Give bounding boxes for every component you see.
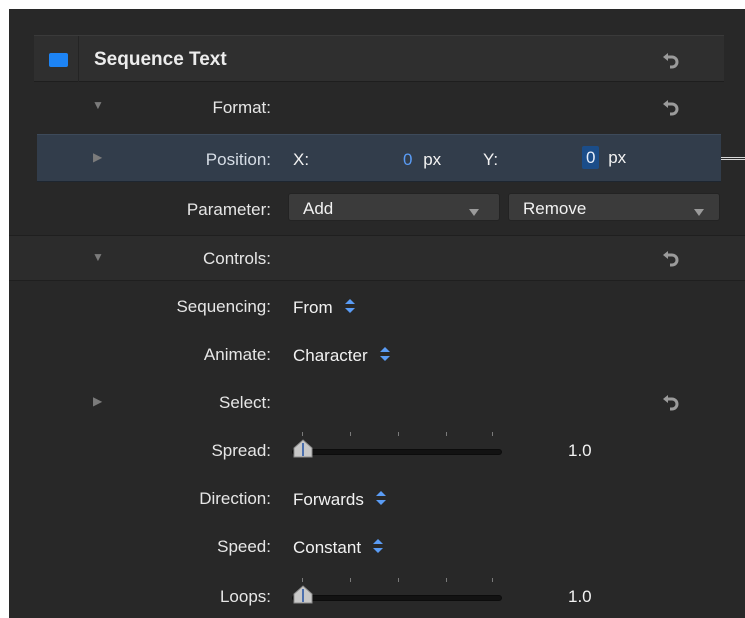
spread-slider-track — [292, 449, 502, 455]
format-disclosure-triangle-icon[interactable]: ▼ — [92, 99, 104, 111]
position-x-field[interactable]: 0 px — [403, 151, 441, 168]
direction-popup[interactable]: Forwards — [293, 490, 386, 508]
select-disclosure-triangle-icon[interactable]: ▶ — [93, 395, 102, 407]
inspector-panel: Sequence Text ▼ Format: ▶ Position: X: 0… — [9, 9, 745, 618]
direction-label: Direction: — [199, 489, 271, 508]
sequencing-label: Sequencing: — [176, 297, 271, 316]
spread-tick — [350, 432, 351, 436]
loops-tick — [302, 578, 303, 582]
header-divider — [78, 36, 79, 82]
spread-tick — [302, 432, 303, 436]
speed-label: Speed: — [217, 537, 271, 556]
direction-value: Forwards — [293, 490, 364, 510]
controls-label: Controls: — [202, 249, 271, 268]
format-label: Format: — [212, 98, 271, 117]
controls-section-header — [9, 235, 745, 281]
loops-tick — [446, 578, 447, 582]
position-y-value: 0 — [582, 146, 600, 169]
speed-up-down-stepper-icon — [373, 538, 384, 554]
spread-slider-knob-icon[interactable] — [292, 439, 314, 459]
position-y-field[interactable]: 0 px — [582, 146, 627, 169]
spread-tick — [492, 432, 493, 436]
spread-value[interactable]: 1.0 — [568, 442, 592, 459]
direction-up-down-stepper-icon — [375, 490, 386, 506]
controls-revert-arrow-icon[interactable] — [661, 249, 683, 269]
loops-slider[interactable] — [292, 572, 502, 606]
position-x-unit: px — [423, 150, 442, 169]
controls-disclosure-triangle-icon[interactable]: ▼ — [92, 251, 104, 263]
enable-checkbox-icon[interactable] — [49, 53, 68, 67]
parameter-label: Parameter: — [186, 200, 271, 219]
remove-dropdown-arrow-icon — [694, 204, 704, 216]
parameter-remove-label: Remove — [523, 199, 587, 218]
parameter-add-popup[interactable]: Add — [288, 193, 500, 221]
animate-up-down-stepper-icon — [379, 346, 390, 362]
select-label: Select: — [219, 393, 271, 412]
loops-slider-knob-icon[interactable] — [292, 585, 314, 605]
position-y-unit: px — [608, 148, 627, 167]
format-revert-arrow-icon[interactable] — [661, 98, 683, 118]
parameter-add-label: Add — [303, 199, 334, 218]
connector-line — [721, 157, 745, 160]
loops-label: Loops: — [219, 587, 271, 606]
loops-tick — [492, 578, 493, 582]
spread-tick — [446, 432, 447, 436]
animate-popup[interactable]: Character — [293, 346, 390, 364]
sequencing-value: From — [293, 298, 333, 318]
loops-value[interactable]: 1.0 — [568, 588, 592, 605]
sequencing-popup[interactable]: From — [293, 298, 355, 316]
speed-value: Constant — [293, 538, 362, 558]
spread-tick — [398, 432, 399, 436]
speed-popup[interactable]: Constant — [293, 538, 384, 558]
spread-slider[interactable] — [292, 426, 502, 460]
revert-arrow-icon[interactable] — [661, 51, 683, 71]
behavior-title: Sequence Text — [94, 49, 227, 70]
position-y-label: Y: — [483, 150, 499, 169]
position-x-value: 0 — [403, 150, 413, 169]
parameter-remove-popup[interactable]: Remove — [508, 193, 720, 221]
loops-tick — [398, 578, 399, 582]
position-x-label: X: — [293, 150, 310, 169]
loops-slider-track — [292, 595, 502, 601]
add-dropdown-arrow-icon — [469, 204, 479, 216]
position-disclosure-triangle-icon[interactable]: ▶ — [93, 151, 102, 163]
select-revert-arrow-icon[interactable] — [661, 393, 683, 413]
sequencing-up-down-stepper-icon — [344, 298, 355, 314]
spread-label: Spread: — [211, 441, 271, 460]
loops-tick — [350, 578, 351, 582]
position-label: Position: — [205, 150, 271, 169]
animate-value: Character — [293, 346, 368, 366]
animate-label: Animate: — [203, 345, 271, 364]
